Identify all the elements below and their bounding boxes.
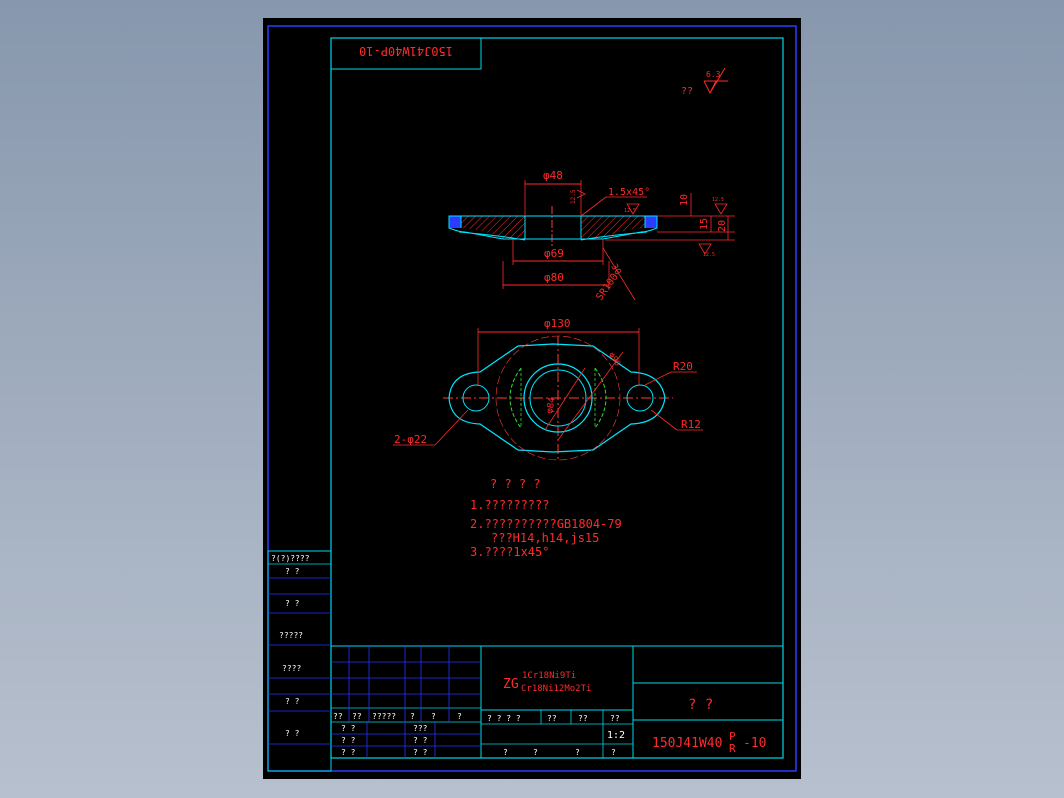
left-strip-header: ?(?)???? xyxy=(271,554,310,563)
material-top: 1Cr18Ni9Ti xyxy=(522,671,576,681)
tb-bottom-mid: ? xyxy=(503,748,508,757)
tb-top-mid: ? ? ? ? xyxy=(487,714,521,723)
dim-d130-text: φ130 xyxy=(544,317,571,330)
tb-bottom-mid: ? xyxy=(575,748,580,757)
left-strip-frame xyxy=(267,550,332,772)
flange-left-end xyxy=(449,216,461,228)
tb-mid-cell: ? ? xyxy=(413,736,428,745)
roughness-d: 12.5 xyxy=(703,252,715,258)
tb-mid-cell: ? ? xyxy=(413,748,428,757)
section-view: φ48 12.5 1.5x45° 12.5 10 15 20 12.5 12.5… xyxy=(448,169,735,303)
part-name: ? ? xyxy=(688,697,713,713)
dim-d80-text: φ80 xyxy=(544,271,564,284)
roughness-note: ?? xyxy=(681,86,693,97)
tb-hdr-cell: ?? xyxy=(333,712,343,721)
tb-bottom-mid: ? xyxy=(533,748,538,757)
scale-value: 1:2 xyxy=(607,730,625,741)
roughness-value: 6.3 xyxy=(706,70,721,79)
dim-10-text: 10 xyxy=(679,194,690,206)
dim-holes-text: 2-φ22 xyxy=(394,433,427,446)
dim-sr100-text: SR100 xyxy=(594,272,620,303)
left-strip-row: ? ? xyxy=(285,599,300,608)
notes-heading: ? ? ? ? xyxy=(490,477,541,491)
material-bottom: Cr18Ni12Mo2Ti xyxy=(521,684,591,694)
technical-notes: ? ? ? ? 1.????????? 2.??????????GB1804-7… xyxy=(470,477,622,559)
drawing-sheet: 150J41W40P-10 ?? 6.3 φ48 12.5 1.5x45° 12… xyxy=(263,18,801,779)
left-strip-table: ?(?)???? ? ? ? ? ????? ???? ? ? ? ? xyxy=(267,550,332,772)
tb-left-cell: ? ? xyxy=(341,748,356,757)
notes-line3: 3.????1x45° xyxy=(470,545,549,559)
plan-view: φ130 φ90 φ84 R20 R12 2-φ22 xyxy=(393,317,703,461)
notes-line1: 1.????????? xyxy=(470,498,549,512)
left-strip-row: ? ? xyxy=(285,697,300,706)
notes-line2: 2.??????????GB1804-79 xyxy=(470,517,622,531)
dim-d48-text: φ48 xyxy=(543,169,563,182)
notes-line2b: ???H14,h14,js15 xyxy=(491,531,599,545)
roughness-a: 12.5 xyxy=(570,189,577,204)
left-strip-row: ???? xyxy=(282,664,301,673)
dim-r12-text: R12 xyxy=(681,418,701,431)
dim-r12-leader1 xyxy=(650,409,678,431)
dim-holes-leader1 xyxy=(434,409,469,446)
flange-right-end xyxy=(645,216,657,228)
dim-20-text: 20 xyxy=(717,220,728,232)
drawing-number-r: R xyxy=(729,742,736,755)
title-block: ?? ?? ????? ? ? ? ? ? ? ? ? ? ??? ? ? ? … xyxy=(331,645,783,758)
code-box-text: 150J41W40P-10 xyxy=(359,44,453,58)
dim-chamfer-text: 1.5x45° xyxy=(608,187,650,198)
drawing-number-suffix: -10 xyxy=(743,736,766,751)
tb-top-mid: ?? xyxy=(578,714,588,723)
dim-r20-text: R20 xyxy=(673,360,693,373)
material-prefix: ZG xyxy=(503,677,519,692)
tb-hdr-cell: ? xyxy=(457,712,462,721)
drawing-number-main: 150J41W40 xyxy=(652,736,722,751)
tb-hdr-cell: ? xyxy=(431,712,436,721)
left-strip-row: ? ? xyxy=(285,567,300,576)
tb-hdr-cell: ? xyxy=(410,712,415,721)
dim-d69-text: φ69 xyxy=(544,247,564,260)
tb-top-mid: ?? xyxy=(547,714,557,723)
outer-frame xyxy=(267,25,797,772)
tb-bottom-mid: ? xyxy=(611,748,616,757)
roughness-b: 12.5 xyxy=(624,208,636,214)
tb-left-cell: ? ? xyxy=(341,724,356,733)
tb-hdr-cell: ????? xyxy=(372,712,396,721)
dim-15-text: 15 xyxy=(699,218,710,230)
roughness-c-symbol xyxy=(714,203,728,215)
left-strip-row: ????? xyxy=(279,631,303,640)
roughness-c: 12.5 xyxy=(712,197,724,203)
dim-chamfer-leader2 xyxy=(580,196,607,217)
tb-hdr-cell: ?? xyxy=(352,712,362,721)
cad-drawing: 150J41W40P-10 ?? 6.3 φ48 12.5 1.5x45° 12… xyxy=(267,25,797,772)
tb-left-cell: ? ? xyxy=(341,736,356,745)
tb-top-mid: ?? xyxy=(610,714,620,723)
left-strip-row: ? ? xyxy=(285,729,300,738)
dim-d84-text: φ84 xyxy=(545,397,558,415)
tb-mid-cell: ??? xyxy=(413,724,428,733)
